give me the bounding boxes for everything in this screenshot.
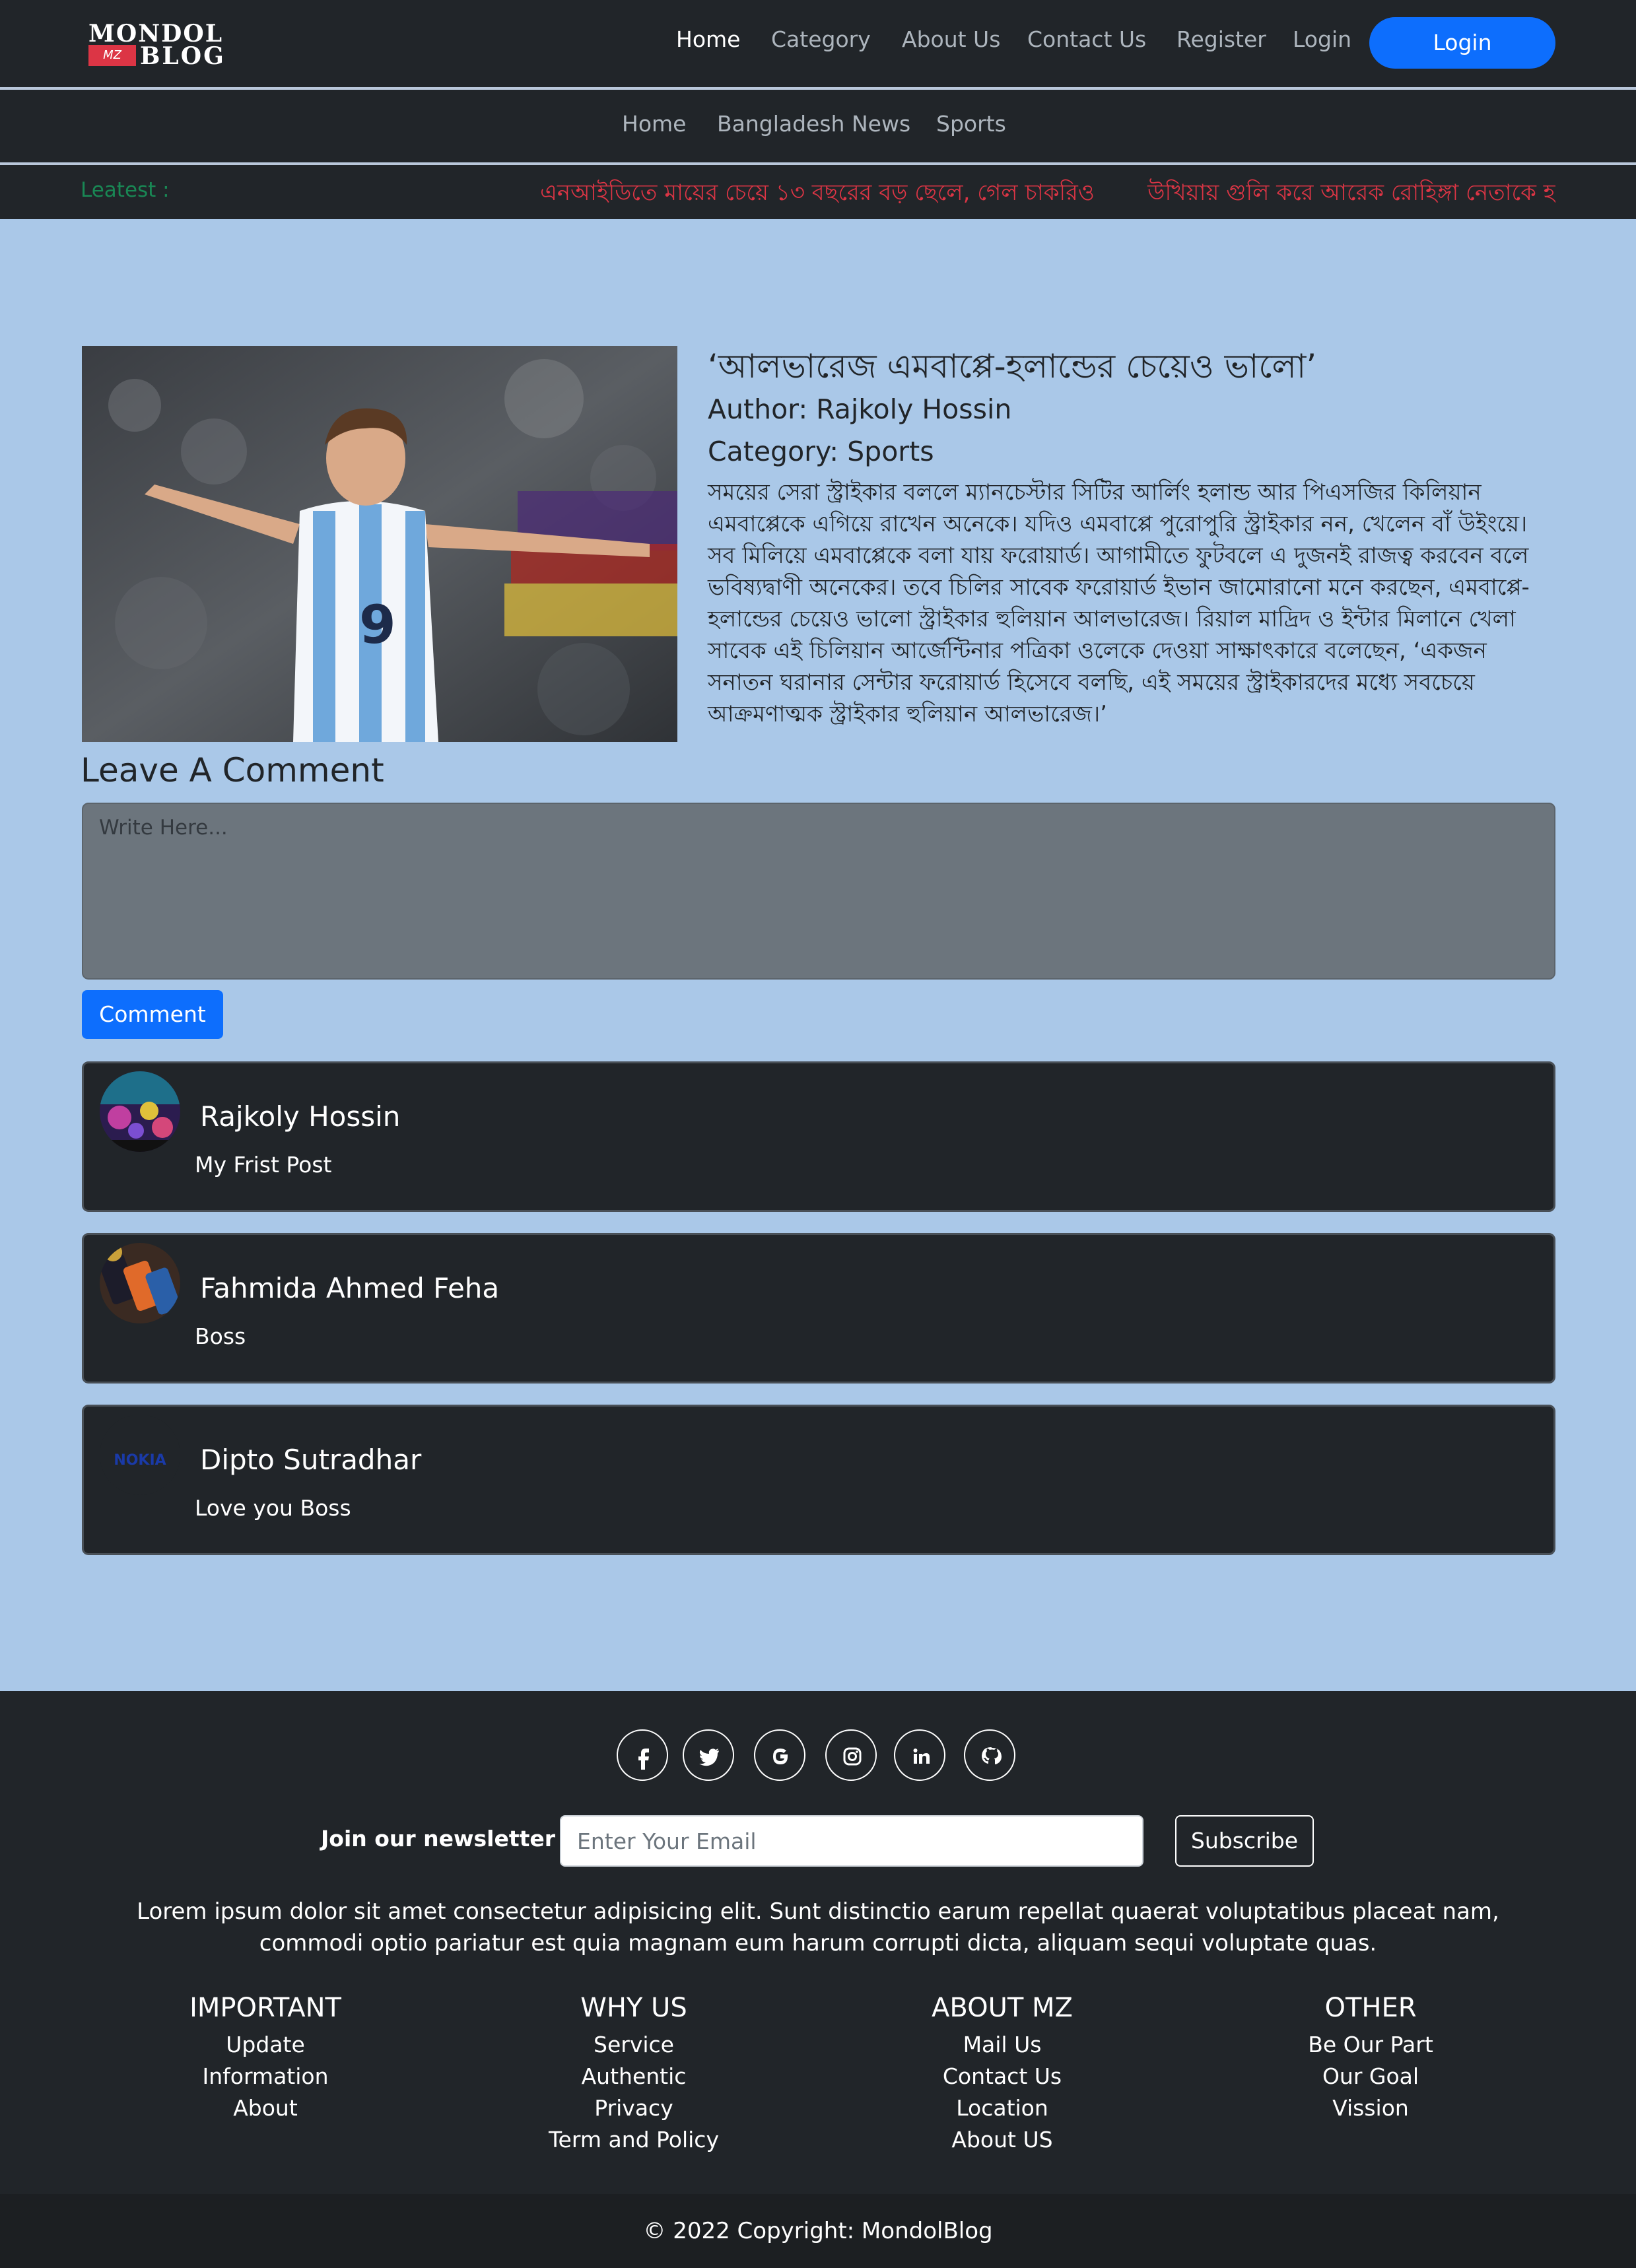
footer-column-why-us: WHY US Service Authentic Privacy Term an…	[449, 1989, 819, 2156]
nav-about-us[interactable]: About Us	[902, 26, 1000, 52]
footer-link-update[interactable]: Update	[81, 2029, 450, 2061]
linkedin-icon[interactable]	[894, 1729, 945, 1781]
footer-link-be-our-part[interactable]: Be Our Part	[1186, 2029, 1555, 2061]
comment-button[interactable]: Comment	[82, 990, 223, 1039]
nav-contact-us[interactable]: Contact Us	[1027, 26, 1146, 52]
footer-link-information[interactable]: Information	[81, 2061, 450, 2092]
footer-link-service[interactable]: Service	[449, 2029, 819, 2061]
copyright-bar: © 2022 Copyright: MondolBlog	[0, 2194, 1636, 2268]
footer-column-heading: ABOUT MZ	[932, 1993, 1073, 2023]
top-navbar: MONDOL MZ BLOG Home Category About Us Co…	[0, 0, 1636, 87]
twitter-icon[interactable]	[683, 1729, 734, 1781]
site-logo[interactable]: MONDOL MZ BLOG	[87, 20, 228, 70]
instagram-icon[interactable]	[825, 1729, 877, 1781]
comment-card: NOKIA Dipto Sutradhar Love you Boss	[82, 1405, 1555, 1555]
logo-line2: BLOG	[140, 42, 226, 70]
ticker-headlines: এনআইডিতে মায়ের চেয়ে ১৩ বছরের বড় ছেলে,…	[528, 165, 1555, 219]
nokia-avatar: NOKIA	[100, 1415, 180, 1495]
comment-author: Rajkoly Hossin	[200, 1100, 401, 1133]
footer: Join our newsletter Subscribe Lorem ipsu…	[0, 1691, 1636, 2194]
nav-login[interactable]: Login	[1293, 26, 1351, 52]
news-ticker: Leatest : এনআইডিতে মায়ের চেয়ে ১৩ বছরের…	[0, 165, 1636, 219]
comment-text: Love you Boss	[195, 1495, 351, 1521]
comment-card: Fahmida Ahmed Feha Boss	[82, 1233, 1555, 1384]
footer-link-vission[interactable]: Vission	[1186, 2092, 1555, 2124]
footer-column-about-mz: ABOUT MZ Mail Us Contact Us Location Abo…	[817, 1989, 1187, 2156]
subnav-home[interactable]: Home	[622, 111, 686, 137]
nav-register[interactable]: Register	[1176, 26, 1266, 52]
comment-author: Fahmida Ahmed Feha	[200, 1272, 500, 1304]
subnav-sports[interactable]: Sports	[936, 111, 1006, 137]
article-category: Category: Sports	[708, 436, 934, 467]
nokia-logo-text: NOKIA	[114, 1452, 166, 1469]
ticker-headline[interactable]: উখিয়ায় গুলি করে আরেক রোহিঙ্গা নেতাকে হ	[1147, 176, 1555, 213]
footer-link-privacy[interactable]: Privacy	[449, 2092, 819, 2124]
subnav-bangladesh-news[interactable]: Bangladesh News	[717, 111, 910, 137]
google-icon[interactable]	[754, 1729, 805, 1781]
comment-input[interactable]	[82, 803, 1555, 980]
footer-link-authentic[interactable]: Authentic	[449, 2061, 819, 2092]
newsletter-label: Join our newsletter	[321, 1826, 556, 1851]
footer-link-term-and-policy[interactable]: Term and Policy	[449, 2124, 819, 2156]
comment-author: Dipto Sutradhar	[200, 1444, 422, 1476]
comment-text: My Frist Post	[195, 1152, 332, 1178]
footer-column-other: OTHER Be Our Part Our Goal Vission	[1186, 1989, 1555, 2124]
nav-category[interactable]: Category	[771, 26, 871, 52]
copyright-text: © 2022 Copyright: MondolBlog	[643, 2218, 993, 2244]
subscribe-button[interactable]: Subscribe	[1175, 1815, 1314, 1867]
facebook-icon[interactable]	[617, 1729, 668, 1781]
article-image: 9	[82, 346, 677, 742]
footer-link-our-goal[interactable]: Our Goal	[1186, 2061, 1555, 2092]
footer-link-contact-us[interactable]: Contact Us	[817, 2061, 1187, 2092]
footer-column-important: IMPORTANT Update Information About	[81, 1989, 450, 2124]
footer-link-location[interactable]: Location	[817, 2092, 1187, 2124]
comment-heading: Leave A Comment	[81, 751, 384, 789]
login-button[interactable]: Login	[1369, 17, 1555, 69]
svg-text:9: 9	[359, 594, 396, 655]
footer-column-heading: WHY US	[580, 1993, 687, 2023]
phones-avatar	[100, 1243, 180, 1323]
article-author: Author: Rajkoly Hossin	[708, 393, 1012, 425]
article-body: সময়ের সেরা স্ট্রাইকার বললে ম্যানচেস্টার…	[708, 479, 1530, 727]
logo-badge: MZ	[88, 45, 136, 66]
footer-link-about-us[interactable]: About US	[817, 2124, 1187, 2156]
footer-column-heading: IMPORTANT	[189, 1993, 341, 2023]
github-icon[interactable]	[964, 1729, 1015, 1781]
footer-link-mail-us[interactable]: Mail Us	[817, 2029, 1187, 2061]
nav-home[interactable]: Home	[676, 26, 740, 52]
footer-link-about[interactable]: About	[81, 2092, 450, 2124]
aquarium-avatar	[100, 1071, 180, 1152]
newsletter-email-input[interactable]	[560, 1815, 1143, 1867]
footer-description: Lorem ipsum dolor sit amet consectetur a…	[137, 1898, 1499, 1956]
ticker-label: Leatest :	[81, 178, 170, 202]
article-title: ‘আলভারেজ এমবাপ্পে-হলান্ডের চেয়েও ভালো’	[708, 347, 1317, 385]
comment-card: Rajkoly Hossin My Frist Post	[82, 1061, 1555, 1212]
comment-text: Boss	[195, 1323, 246, 1349]
ticker-headline[interactable]: এনআইডিতে মায়ের চেয়ে ১৩ বছরের বড় ছেলে,…	[540, 176, 1095, 213]
footer-column-heading: OTHER	[1324, 1993, 1417, 2023]
category-navbar: Home Bangladesh News Sports	[0, 90, 1636, 162]
